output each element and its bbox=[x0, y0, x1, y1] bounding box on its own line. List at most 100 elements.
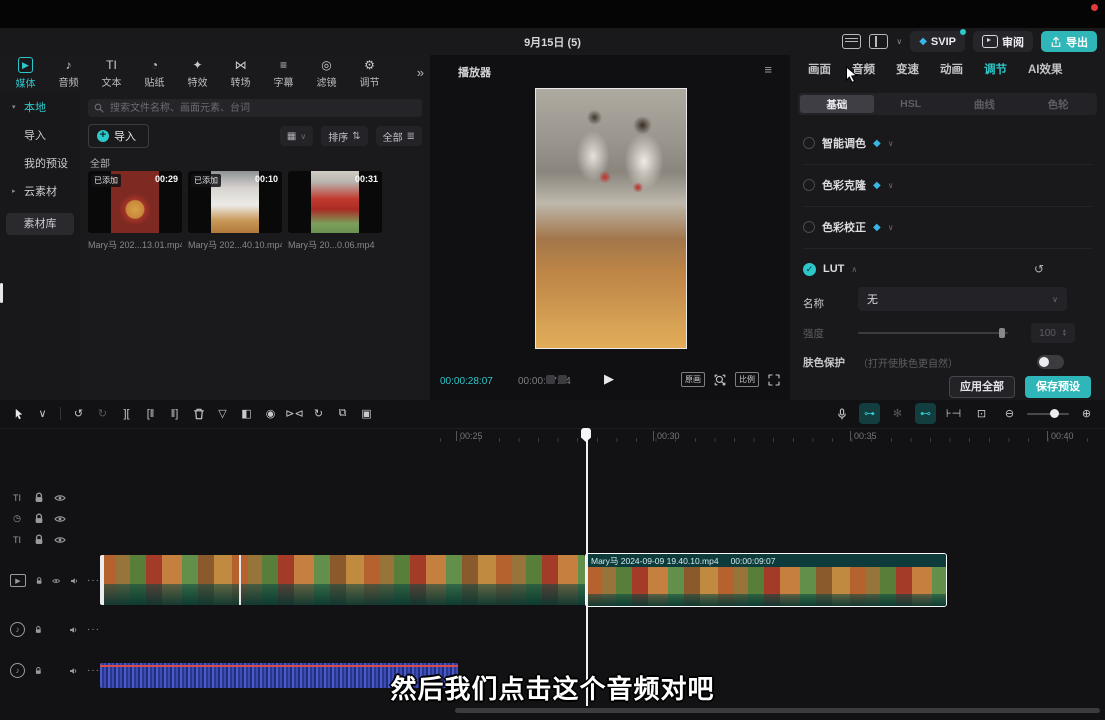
search-input[interactable] bbox=[108, 102, 416, 115]
sort-dropdown[interactable]: 排序 ⇅ bbox=[321, 126, 367, 146]
stepper-icon[interactable]: ▲▼ bbox=[1062, 329, 1067, 337]
apply-all-button[interactable]: 应用全部 bbox=[949, 376, 1015, 398]
tab-adjust[interactable]: ⚙ 调节 bbox=[348, 55, 391, 91]
fullscreen-icon[interactable] bbox=[768, 374, 780, 386]
matting-icon[interactable]: ▣ bbox=[356, 403, 377, 424]
toggle-off-icon[interactable] bbox=[803, 137, 815, 149]
reverse-icon[interactable]: ◉ bbox=[260, 403, 281, 424]
tab-text[interactable]: TI 文本 bbox=[90, 55, 133, 91]
select-tool-caret[interactable]: ∨ bbox=[32, 403, 53, 424]
layout-caret-icon[interactable]: ∨ bbox=[896, 37, 902, 46]
reset-icon[interactable]: ↺ bbox=[1034, 262, 1044, 276]
intensity-value-box[interactable]: 100 ▲▼ bbox=[1031, 323, 1075, 343]
subtab-color-wheel[interactable]: 色轮 bbox=[1021, 95, 1095, 113]
media-item[interactable]: 已添加 00:29 Mary马 202...13.01.mp4 bbox=[88, 171, 182, 251]
tab-filters[interactable]: ◎ 滤镜 bbox=[305, 55, 348, 91]
expand-tabs-icon[interactable]: » bbox=[417, 65, 424, 80]
tab-speed[interactable]: 变速 bbox=[896, 61, 919, 77]
preview-zoom-icon[interactable] bbox=[714, 374, 726, 386]
layout-panel-icon[interactable] bbox=[869, 34, 888, 49]
toggle-off-icon[interactable] bbox=[803, 179, 815, 191]
tab-transitions[interactable]: ⋈ 转场 bbox=[219, 55, 262, 91]
trim-left-icon[interactable]: [‖ bbox=[140, 403, 161, 424]
tab-media[interactable]: ▶ 媒体 bbox=[4, 55, 47, 91]
record-voice-icon[interactable] bbox=[831, 403, 852, 424]
tab-effects[interactable]: ✦ 特效 bbox=[176, 55, 219, 91]
option-smart-color[interactable]: 智能调色 ◆ ∨ bbox=[803, 133, 1092, 153]
timeline-ruler[interactable]: 00:25 00:30 00:35 00:40 bbox=[0, 428, 1105, 445]
slider-knob[interactable] bbox=[999, 328, 1005, 338]
skin-protect-toggle[interactable] bbox=[1037, 355, 1064, 369]
media-thumbnail[interactable]: 已添加 00:29 bbox=[88, 171, 182, 233]
subtab-curves[interactable]: 曲线 bbox=[948, 95, 1022, 113]
subtab-basic[interactable]: 基础 bbox=[800, 95, 874, 113]
lock-icon[interactable] bbox=[33, 513, 45, 525]
auto-snap-icon[interactable]: ✻ bbox=[887, 403, 908, 424]
tab-captions[interactable]: ≡ 字幕 bbox=[262, 55, 305, 91]
tab-audio[interactable]: ♪ 音频 bbox=[47, 55, 90, 91]
tab-ai-effects[interactable]: AI效果 bbox=[1028, 61, 1063, 77]
media-item[interactable]: 00:31 Mary马 20...0.06.mp4 bbox=[288, 171, 382, 251]
preview-axis-icon[interactable]: ⊦⊣ bbox=[943, 403, 964, 424]
quality-button[interactable]: 原画 bbox=[681, 372, 705, 387]
tab-sticker[interactable]: ◔ 贴纸 bbox=[133, 55, 176, 91]
export-button[interactable]: 导出 bbox=[1041, 31, 1097, 52]
lock-icon[interactable] bbox=[33, 492, 45, 504]
sidebar-item-presets[interactable]: 我的预设 bbox=[6, 153, 74, 175]
sidebar-item-local[interactable]: ▾ 本地 bbox=[6, 97, 74, 119]
video-clip-selected[interactable]: Mary马 2024-09-09 19.40.10.mp4 00:00:09:0… bbox=[585, 553, 947, 607]
mask-icon[interactable]: ◧ bbox=[236, 403, 257, 424]
sidebar-item-library[interactable]: 素材库 bbox=[6, 213, 74, 235]
select-tool-icon[interactable] bbox=[8, 403, 29, 424]
main-track-magnet-icon[interactable]: ⊶ bbox=[859, 403, 880, 424]
tab-animation[interactable]: 动画 bbox=[940, 61, 963, 77]
import-button[interactable]: + 导入 bbox=[88, 124, 149, 148]
redo-icon[interactable]: ↻ bbox=[92, 403, 113, 424]
sidebar-item-cloud[interactable]: ▸ 云素材 bbox=[6, 181, 74, 203]
lut-section-header[interactable]: ✓ LUT ∧ ↺ bbox=[803, 259, 1092, 279]
ratio-button[interactable]: 比例 bbox=[735, 372, 759, 387]
crop-icon[interactable]: ⧉ bbox=[332, 403, 353, 424]
media-item[interactable]: 已添加 00:10 Mary马 202...40.10.mp4 bbox=[188, 171, 282, 251]
zoom-in-icon[interactable]: ⊕ bbox=[1076, 403, 1097, 424]
intensity-slider[interactable] bbox=[858, 332, 1008, 334]
speaker-icon[interactable] bbox=[70, 575, 78, 587]
split-icon[interactable]: ][ bbox=[116, 403, 137, 424]
more-options-icon[interactable]: ··· bbox=[87, 575, 100, 586]
review-button[interactable]: 审阅 bbox=[973, 31, 1033, 52]
media-thumbnail[interactable]: 00:31 bbox=[288, 171, 382, 233]
sidebar-item-import[interactable]: 导入 bbox=[6, 125, 74, 147]
video-preview[interactable] bbox=[535, 88, 687, 349]
media-thumbnail[interactable]: 已添加 00:10 bbox=[188, 171, 282, 233]
zoom-out-icon[interactable]: ⊖ bbox=[999, 403, 1020, 424]
option-color-correction[interactable]: 色彩校正 ◆ ∨ bbox=[803, 217, 1092, 237]
toggle-off-icon[interactable] bbox=[803, 221, 815, 233]
clip-trim-handle[interactable] bbox=[100, 555, 104, 605]
view-mode-dropdown[interactable]: ▦ ∨ bbox=[280, 126, 313, 146]
delete-icon[interactable] bbox=[188, 403, 209, 424]
play-button[interactable]: ▶ bbox=[604, 371, 614, 387]
tab-adjustment[interactable]: 调节 bbox=[984, 61, 1007, 77]
more-options-icon[interactable]: ··· bbox=[87, 624, 100, 635]
lock-icon[interactable] bbox=[34, 624, 43, 636]
checkbox-checked-icon[interactable]: ✓ bbox=[803, 263, 816, 276]
svip-button[interactable]: ◆ SVIP bbox=[910, 31, 965, 52]
lock-icon[interactable] bbox=[35, 575, 43, 587]
split-compare-icon[interactable] bbox=[546, 375, 567, 384]
undo-icon[interactable]: ↺ bbox=[68, 403, 89, 424]
lock-icon[interactable] bbox=[33, 534, 45, 546]
option-color-clone[interactable]: 色彩克隆 ◆ ∨ bbox=[803, 175, 1092, 195]
freeze-frame-icon[interactable]: ▽ bbox=[212, 403, 233, 424]
mirror-icon[interactable]: ⊳⊲ bbox=[284, 403, 305, 424]
layout-list-icon[interactable] bbox=[842, 34, 861, 49]
player-menu-icon[interactable]: ≡ bbox=[764, 62, 772, 77]
timeline-zoom-slider[interactable] bbox=[1027, 413, 1069, 415]
playhead-line[interactable] bbox=[586, 428, 588, 706]
linkage-icon[interactable]: ⊷ bbox=[915, 403, 936, 424]
subtab-hsl[interactable]: HSL bbox=[874, 95, 948, 113]
eye-icon[interactable] bbox=[54, 534, 66, 546]
tab-frame[interactable]: 画面 bbox=[808, 61, 831, 77]
adapt-timeline-icon[interactable]: ⊡ bbox=[971, 403, 992, 424]
zoom-slider-knob[interactable] bbox=[1050, 409, 1059, 418]
eye-icon[interactable] bbox=[54, 492, 66, 504]
